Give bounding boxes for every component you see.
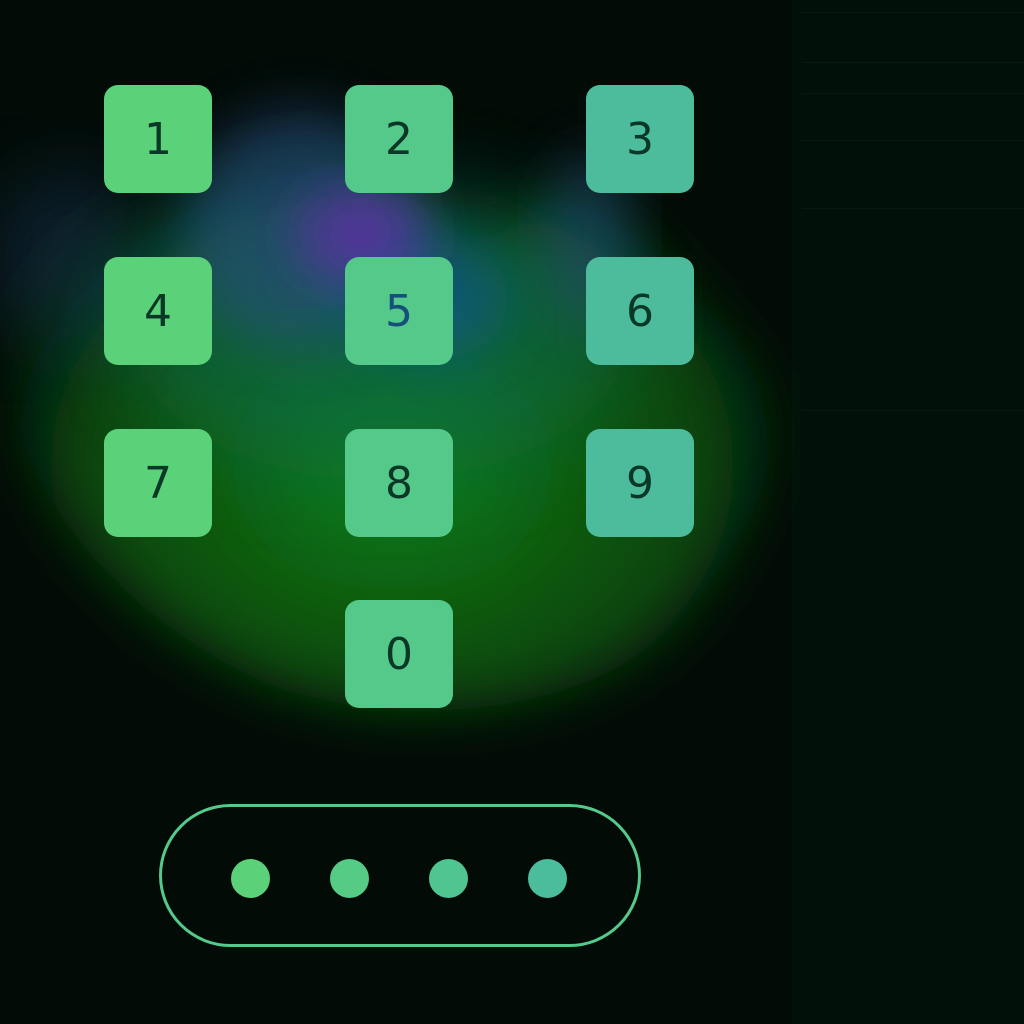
side-panel-line — [802, 62, 1024, 63]
key-5[interactable]: 5 — [345, 257, 453, 365]
key-9[interactable]: 9 — [586, 429, 694, 537]
side-panel-line — [802, 12, 1024, 13]
key-4[interactable]: 4 — [104, 257, 212, 365]
key-8[interactable]: 8 — [345, 429, 453, 537]
pin-dot — [231, 859, 270, 898]
side-panel-line — [802, 410, 1024, 411]
side-panel-line — [802, 208, 1024, 209]
pin-dot — [330, 859, 369, 898]
key-1[interactable]: 1 — [104, 85, 212, 193]
side-panel — [792, 0, 1024, 1024]
key-7[interactable]: 7 — [104, 429, 212, 537]
pin-dot — [429, 859, 468, 898]
side-panel-line — [802, 140, 1024, 141]
key-0[interactable]: 0 — [345, 600, 453, 708]
key-2[interactable]: 2 — [345, 85, 453, 193]
pin-entry-screen: 1 2 3 4 5 6 7 8 9 0 — [0, 0, 1024, 1024]
pin-display — [159, 804, 641, 947]
pin-dot — [528, 859, 567, 898]
side-panel-line — [802, 93, 1024, 94]
keypad: 1 2 3 4 5 6 7 8 9 0 — [0, 0, 792, 760]
key-3[interactable]: 3 — [586, 85, 694, 193]
key-6[interactable]: 6 — [586, 257, 694, 365]
